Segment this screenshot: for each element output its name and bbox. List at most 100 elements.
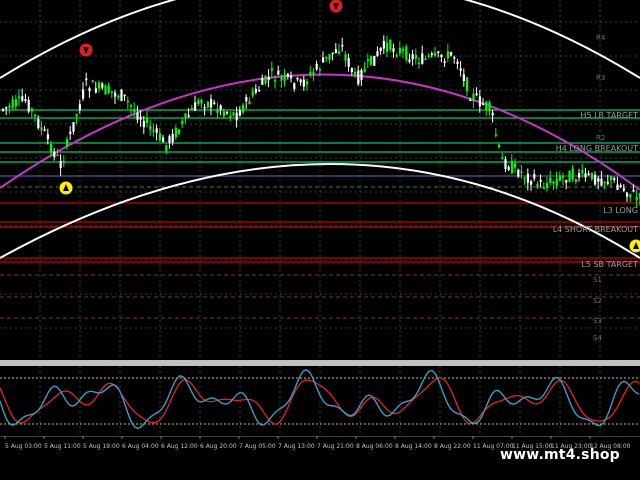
candle-body [72, 122, 75, 132]
pivot-label: R3 [596, 74, 605, 82]
candle-body [229, 115, 232, 118]
candle-body [600, 178, 603, 186]
candle-body [520, 171, 523, 174]
candle-body [594, 174, 597, 185]
candle-body [11, 99, 14, 108]
candle-body [197, 100, 200, 105]
candle-body [91, 80, 94, 83]
candle-body [459, 68, 462, 71]
time-label: 5 Aug 19:00 [83, 443, 120, 450]
candle-body [437, 51, 440, 54]
up-arrow-icon[interactable] [58, 180, 74, 196]
candle-body [107, 85, 110, 94]
candle-body [286, 73, 289, 78]
candle-body [507, 166, 510, 170]
candle-body [616, 184, 619, 190]
stochastic-oscillator[interactable] [0, 366, 640, 436]
candle-body [402, 48, 405, 51]
candle-body [168, 136, 171, 143]
time-label: 8 Aug 22:00 [434, 443, 471, 450]
candle-body [146, 117, 149, 124]
up-arrow-icon[interactable] [628, 238, 640, 254]
candle-body [453, 57, 456, 59]
candle-body [606, 182, 609, 184]
watermark: www.mt4.shop [500, 447, 620, 463]
candle-body [581, 170, 584, 174]
candle-body [347, 58, 350, 67]
candle-body [50, 143, 53, 153]
candle-body [546, 183, 549, 188]
channel-curves [0, 0, 640, 259]
candle-body [152, 130, 155, 132]
candle-body [98, 82, 101, 89]
candle-body [328, 54, 331, 60]
candle-body [222, 111, 225, 117]
candle-body [18, 96, 21, 99]
candle-body [363, 68, 366, 72]
candle-body [309, 72, 312, 76]
time-label: 6 Aug 04:00 [122, 443, 159, 450]
pivot-label: R4 [596, 34, 606, 42]
candle-body [216, 108, 219, 113]
down-arrow-icon[interactable] [328, 0, 344, 14]
candle-body [75, 114, 78, 117]
down-arrow-icon[interactable] [78, 42, 94, 58]
candle-body [66, 139, 69, 147]
candle-body [344, 54, 347, 61]
candle-body [174, 127, 177, 138]
candle-body [8, 105, 11, 108]
candle-body [261, 78, 264, 85]
candle-body [302, 79, 305, 87]
candle-body [248, 101, 251, 105]
candle-body [552, 181, 555, 184]
candle-body [565, 179, 568, 183]
candle-body [238, 109, 241, 116]
candle-body [40, 127, 43, 131]
candle-body [162, 137, 165, 143]
candle-body [299, 79, 302, 83]
candle-body [405, 46, 408, 60]
candle-body [171, 133, 174, 143]
candle-body [549, 177, 552, 183]
candle-body [542, 187, 545, 189]
candle-body [584, 173, 587, 178]
candle-body [414, 54, 417, 59]
candle-body [213, 102, 216, 105]
candle-body [424, 58, 427, 61]
candle-body [235, 112, 238, 121]
candle-body [190, 107, 193, 111]
time-label: 7 Aug 13:00 [278, 443, 315, 450]
candle-body [587, 173, 590, 175]
candle-body [270, 68, 273, 71]
candle-body [200, 100, 203, 104]
candle-body [120, 89, 123, 101]
candle-body [34, 114, 37, 117]
candle-body [210, 99, 213, 108]
candle-body [456, 61, 459, 64]
candle-body [376, 51, 379, 56]
candle-body [389, 40, 392, 50]
candle-body [226, 111, 229, 114]
candle-body [341, 45, 344, 47]
candle-body [411, 54, 414, 60]
candle-body [315, 63, 318, 70]
candle-body [82, 89, 85, 99]
candle-body [434, 52, 437, 56]
signal-markers [58, 0, 640, 254]
time-label: 8 Aug 14:00 [395, 443, 432, 450]
candle-body [165, 144, 168, 152]
candle-body [136, 112, 139, 120]
candle-body [373, 55, 376, 66]
candle-body [501, 157, 504, 160]
price-chart[interactable]: H5 LB TARGET H4 LONG BREAKOUT L3 LONG L4 SH… [0, 0, 640, 360]
candle-body [88, 88, 91, 92]
candle-body [629, 194, 632, 198]
candle-body [251, 91, 254, 96]
candle-body [533, 174, 536, 179]
candle-body [539, 179, 542, 182]
candle-body [536, 183, 539, 188]
candle-body [117, 96, 120, 98]
time-label: 5 Aug 03:00 [5, 443, 42, 450]
candlesticks [2, 35, 640, 208]
candle-body [619, 185, 622, 187]
